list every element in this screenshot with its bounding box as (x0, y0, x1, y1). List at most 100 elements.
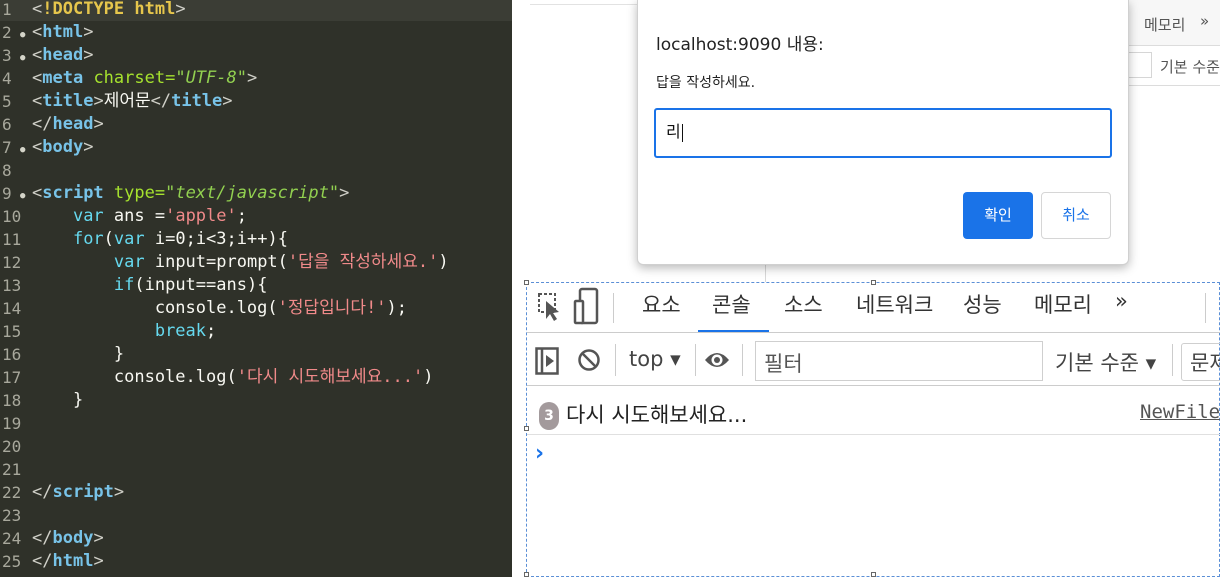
resize-handle[interactable] (871, 572, 876, 577)
code-token: '답을 작성하세요.' (287, 252, 439, 272)
line-number: 15 (2, 322, 22, 341)
code-text: for(var i=0;i<3;i++){ (32, 228, 288, 251)
code-line[interactable]: 21 (0, 458, 512, 481)
tab-memory[interactable]: 메모리 (1034, 289, 1092, 319)
code-line[interactable]: 20 (0, 435, 512, 458)
background-filter-input[interactable] (1128, 52, 1152, 78)
code-line[interactable]: 14 console.log('정답입니다!'); (0, 297, 512, 320)
sidebar-toggle-icon[interactable] (535, 347, 559, 375)
ok-button[interactable]: 확인 (963, 192, 1033, 239)
code-line[interactable]: 6 </head> (0, 113, 512, 136)
memory-tab-label[interactable]: 메모리 (1144, 14, 1185, 35)
code-line[interactable]: 15 break; (0, 320, 512, 343)
code-token: console.log( (32, 367, 237, 387)
code-token: title (42, 91, 94, 111)
resize-handle[interactable] (524, 572, 529, 577)
code-line[interactable]: 9 ● <script type="text/javascript"> (0, 182, 512, 205)
code-token: script (52, 482, 114, 502)
tab-sources[interactable]: 소스 (784, 289, 823, 319)
line-number: 10 (2, 207, 22, 226)
code-token: < (32, 0, 43, 19)
more-tabs-icon[interactable]: » (1200, 12, 1209, 30)
code-token: body (42, 137, 84, 157)
code-line[interactable]: 25 </html> (0, 550, 512, 573)
context-selector[interactable]: top ▾ (629, 347, 681, 371)
code-line[interactable]: 2 ● <html> (0, 21, 512, 44)
log-level-label[interactable]: 기본 수준 (1160, 56, 1220, 77)
code-line[interactable]: 18 } (0, 389, 512, 412)
line-number: 14 (2, 299, 22, 318)
tabbar-separator (1205, 293, 1206, 323)
code-token: > (83, 22, 94, 42)
line-number: 17 (2, 368, 22, 387)
code-line[interactable]: 1 <!DOCTYPE html> (0, 0, 512, 21)
code-token: head (52, 114, 94, 134)
code-line[interactable]: 17 console.log('다시 시도해보세요...') (0, 366, 512, 389)
context-selector-value: top (629, 347, 664, 371)
code-line[interactable]: 22 </script> (0, 481, 512, 504)
filter-input[interactable]: 필터 (755, 341, 1043, 381)
line-number: 8 (2, 161, 12, 180)
code-token: !DOCTYPE html (42, 0, 176, 19)
inspect-element-icon[interactable] (537, 291, 561, 323)
tab-performance[interactable]: 성능 (963, 289, 1002, 319)
console-prompt-icon[interactable]: › (535, 441, 544, 466)
tab-console[interactable]: 콘솔 (712, 289, 751, 319)
code-line[interactable]: 24 </body> (0, 527, 512, 550)
clear-console-icon[interactable] (577, 348, 601, 372)
code-token: ( (103, 229, 114, 249)
code-token: </ (32, 528, 53, 548)
resize-handle[interactable] (524, 426, 529, 431)
code-line[interactable]: 16 } (0, 343, 512, 366)
code-line[interactable]: 23 (0, 504, 512, 527)
tab-elements[interactable]: 요소 (642, 289, 681, 319)
code-line[interactable]: 3 ● <head> (0, 44, 512, 67)
code-token: ) (423, 367, 434, 387)
code-text: var input=prompt('답을 작성하세요.') (32, 251, 449, 274)
code-line[interactable]: 4 <meta charset="UTF-8"> (0, 67, 512, 90)
code-text: if(input==ans){ (32, 274, 268, 297)
more-tabs-icon[interactable]: » (1115, 289, 1128, 313)
prompt-input[interactable]: 리 (654, 108, 1112, 158)
line-number: 5 (2, 92, 12, 111)
text-caret (681, 123, 683, 142)
code-line[interactable]: 10 var ans ='apple'; (0, 205, 512, 228)
resize-handle[interactable] (871, 280, 876, 285)
line-number: 3 (2, 46, 12, 65)
log-level-dropdown[interactable]: 기본 수준 ▾ (1055, 347, 1156, 377)
code-text: <!DOCTYPE html> (32, 0, 186, 21)
code-line[interactable]: 11 for(var i=0;i<3;i++){ (0, 228, 512, 251)
code-line[interactable]: 8 (0, 159, 512, 182)
code-text: <head> (32, 44, 93, 67)
code-token: > (93, 91, 104, 111)
issues-button[interactable]: 문제 (1181, 343, 1220, 381)
code-token: i=0;i<3;i++){ (144, 229, 288, 249)
code-line[interactable]: 13 if(input==ans){ (0, 274, 512, 297)
message-source-link[interactable]: NewFile4 (1140, 401, 1220, 423)
code-line[interactable]: 19 (0, 412, 512, 435)
cancel-button[interactable]: 취소 (1041, 192, 1111, 239)
code-token: ); (386, 298, 408, 318)
code-token: script (42, 183, 114, 203)
code-line[interactable]: 7 ● <body> (0, 136, 512, 159)
code-token: </ (150, 91, 172, 111)
tab-network[interactable]: 네트워크 (856, 289, 933, 319)
code-token: > (83, 137, 94, 157)
code-token: < (32, 45, 43, 65)
filter-placeholder: 필터 (764, 352, 803, 376)
code-token: > (175, 0, 186, 19)
code-line[interactable]: 12 var input=prompt('답을 작성하세요.') (0, 251, 512, 274)
line-number: 13 (2, 276, 22, 295)
console-message-row[interactable]: 3 다시 시도해보세요... NewFile4 (527, 389, 1220, 435)
toolbar-separator (742, 344, 743, 376)
live-expression-eye-icon[interactable] (703, 348, 731, 372)
code-token: > (93, 551, 104, 571)
code-token: > (83, 45, 94, 65)
code-line[interactable]: 5 <title>제어문</title> (0, 90, 512, 113)
code-editor[interactable]: 1 <!DOCTYPE html> 2 ● <html> 3 ● <head> 4 <meta c… (0, 0, 512, 577)
resize-handle[interactable] (524, 280, 529, 285)
device-toolbar-icon[interactable] (573, 287, 599, 327)
